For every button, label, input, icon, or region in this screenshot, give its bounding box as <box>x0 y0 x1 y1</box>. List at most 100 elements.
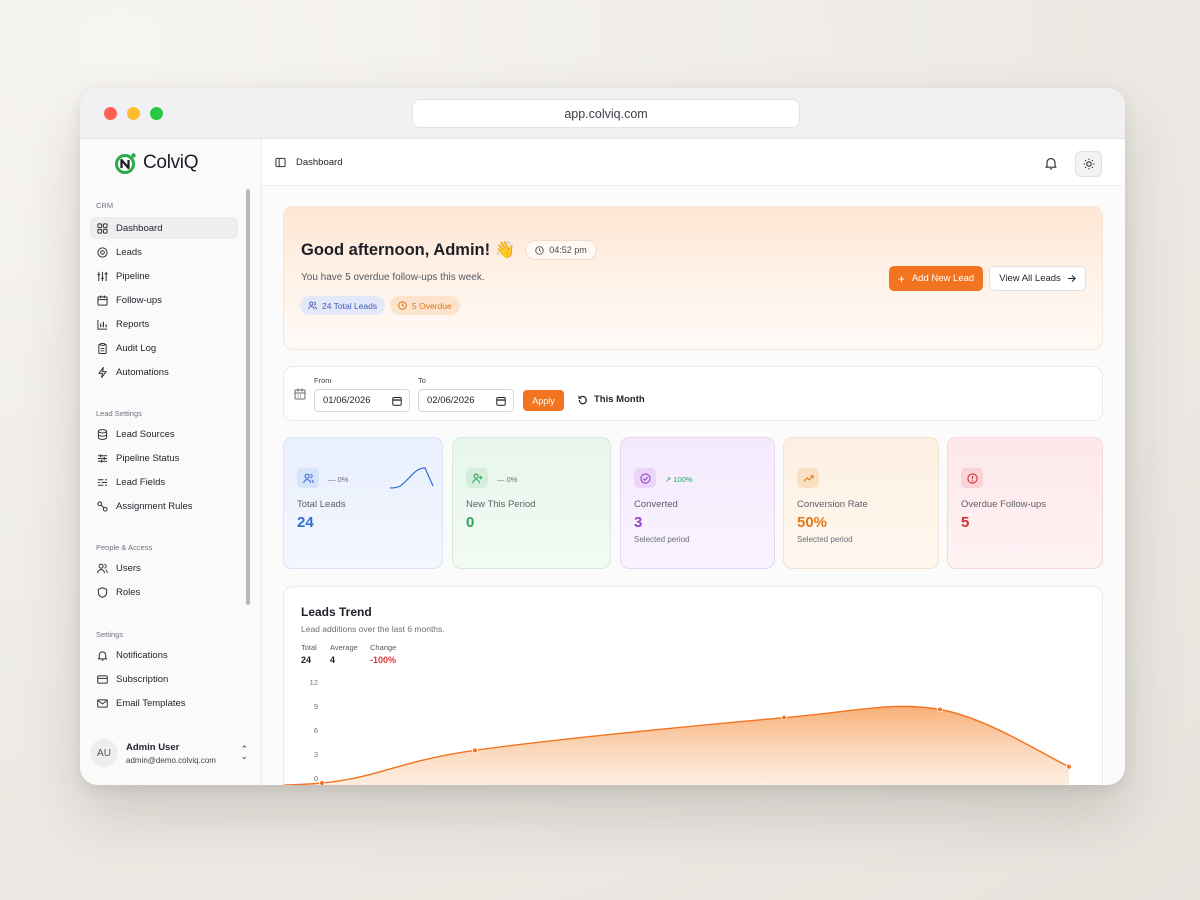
from-label: From <box>314 376 332 385</box>
stat-card-new-this-period[interactable]: — 0% New This Period 0 <box>452 437 611 569</box>
calendar-picker-icon[interactable] <box>392 396 402 406</box>
brand-name: ColviQ <box>143 152 199 173</box>
stat-label: New This Period <box>466 499 536 510</box>
greeting-heading: Good afternoon, Admin! 👋 04:52 pm <box>301 240 597 260</box>
sidebar-item-roles[interactable]: Roles <box>90 581 238 603</box>
trend-point[interactable] <box>937 706 943 713</box>
stat-delta: ↗ 100% <box>665 475 693 484</box>
stat-value: 0 <box>466 514 475 531</box>
current-time-badge: 04:52 pm <box>525 240 597 260</box>
address-bar[interactable]: app.colviq.com <box>412 99 800 128</box>
sidebar-item-pipeline[interactable]: Pipeline <box>90 265 238 287</box>
add-new-lead-button[interactable]: + Add New Lead <box>889 266 983 291</box>
route-icon <box>97 500 108 512</box>
sidebar-item-label: Leads <box>116 246 142 258</box>
clock-icon <box>535 245 544 255</box>
users-icon <box>97 563 108 573</box>
sidebar-item-notifications[interactable]: Notifications <box>90 644 238 666</box>
calendar-icon <box>97 294 108 306</box>
trend-point[interactable] <box>319 780 325 785</box>
brand-logo[interactable]: ColviQ <box>114 150 199 176</box>
sidebar-item-label: Email Templates <box>116 697 186 709</box>
sidebar-item-audit-log[interactable]: Audit Log <box>90 337 238 359</box>
sidebar-item-label: Users <box>116 562 141 574</box>
stat-card-total-leads[interactable]: — 0% Total Leads 24 <box>283 437 443 569</box>
clock-icon <box>398 301 407 310</box>
stat-card-overdue-follow-ups[interactable]: Overdue Follow-ups 5 <box>947 437 1103 569</box>
main-content: Dashboard Good afternoon, Admin! 👋 04:52… <box>262 139 1125 785</box>
trending-up-icon <box>797 468 819 488</box>
sidebar-item-label: Reports <box>116 318 150 330</box>
apply-button[interactable]: Apply <box>523 390 564 411</box>
from-date-input[interactable]: 01/06/2026 <box>314 389 410 412</box>
stat-sublabel: Selected period <box>797 535 853 544</box>
sidebar-scrollbar[interactable] <box>246 189 250 605</box>
leads-trend-chart <box>284 705 1072 785</box>
trend-point[interactable] <box>1066 763 1072 770</box>
sliders-icon <box>97 453 108 463</box>
from-date-value: 01/06/2026 <box>323 395 371 406</box>
topbar: Dashboard <box>262 139 1125 186</box>
mail-icon <box>97 698 108 708</box>
sidebar-item-label: Pipeline <box>116 270 150 282</box>
sidebar-item-assignment-rules[interactable]: Assignment Rules <box>90 495 238 517</box>
browser-window: app.colviq.com ColviQ CRM Dashboard Lead… <box>80 88 1125 785</box>
stat-value: 24 <box>297 514 314 531</box>
trend-point[interactable] <box>472 747 478 754</box>
overdue-badge[interactable]: 5 Overdue <box>390 296 460 315</box>
stat-card-conversion-rate[interactable]: Conversion Rate 50% Selected period <box>783 437 939 569</box>
sidebar-item-email-templates[interactable]: Email Templates <box>90 692 238 714</box>
stat-value: 3 <box>634 514 643 531</box>
this-month-button[interactable]: This Month <box>578 394 645 405</box>
browser-titlebar: app.colviq.com <box>80 88 1125 139</box>
sidebar-item-label: Pipeline Status <box>116 452 180 464</box>
breadcrumb-current: Dashboard <box>296 157 343 168</box>
close-window-button[interactable] <box>104 107 117 120</box>
sliders-icon <box>97 271 108 281</box>
add-new-lead-label: Add New Lead <box>911 273 975 284</box>
sidebar-item-users[interactable]: Users <box>90 557 238 579</box>
total-leads-badge[interactable]: 24 Total Leads <box>300 296 386 315</box>
to-date-value: 02/06/2026 <box>427 395 475 406</box>
grid-icon <box>97 222 108 234</box>
arrow-right-icon <box>1067 274 1076 283</box>
sidebar-item-label: Audit Log <box>116 342 157 354</box>
sidebar: ColviQ CRM Dashboard Leads Pipeline Foll… <box>80 139 262 785</box>
sidebar-item-pipeline-status[interactable]: Pipeline Status <box>90 447 238 469</box>
to-date-input[interactable]: 02/06/2026 <box>418 389 514 412</box>
trend-point[interactable] <box>781 714 787 721</box>
sidebar-item-label: Lead Sources <box>116 428 175 440</box>
sidebar-item-lead-sources[interactable]: Lead Sources <box>90 423 238 445</box>
sidebar-item-automations[interactable]: Automations <box>90 361 238 383</box>
sidebar-item-label: Automations <box>116 366 169 378</box>
user-name: Admin User <box>126 741 180 753</box>
maximize-window-button[interactable] <box>150 107 163 120</box>
clipboard-icon <box>98 342 107 354</box>
sidebar-item-dashboard[interactable]: Dashboard <box>90 217 238 239</box>
calendar-icon <box>294 388 306 400</box>
bell-icon <box>97 650 108 661</box>
sidebar-item-reports[interactable]: Reports <box>90 313 238 335</box>
user-menu[interactable]: AU Admin User admin@demo.colviq.com ⌃ ⌄ <box>90 736 250 770</box>
sidebar-item-lead-fields[interactable]: Lead Fields <box>90 471 238 493</box>
avatar: AU <box>90 739 118 767</box>
theme-toggle-button[interactable] <box>1075 151 1102 177</box>
check-circle-icon <box>634 468 656 488</box>
stat-card-converted[interactable]: ↗ 100% Converted 3 Selected period <box>620 437 775 569</box>
sidebar-item-subscription[interactable]: Subscription <box>90 668 238 690</box>
view-all-leads-label: View All Leads <box>999 273 1061 284</box>
sidebar-item-leads[interactable]: Leads <box>90 241 238 263</box>
sun-icon <box>1083 158 1094 170</box>
sidebar-item-follow-ups[interactable]: Follow-ups <box>90 289 238 311</box>
notification-bell-icon[interactable] <box>1044 156 1058 170</box>
users-icon <box>297 468 319 488</box>
total-leads-badge-label: 24 Total Leads <box>322 300 378 311</box>
minimize-window-button[interactable] <box>127 107 140 120</box>
view-all-leads-button[interactable]: View All Leads <box>989 266 1086 291</box>
current-time: 04:52 pm <box>549 245 587 255</box>
calendar-picker-icon[interactable] <box>496 396 506 406</box>
sidebar-item-label: Roles <box>116 586 141 598</box>
stat-value: 50% <box>797 514 828 531</box>
stat-value: 5 <box>961 514 970 531</box>
sidebar-toggle-icon[interactable] <box>275 157 286 168</box>
